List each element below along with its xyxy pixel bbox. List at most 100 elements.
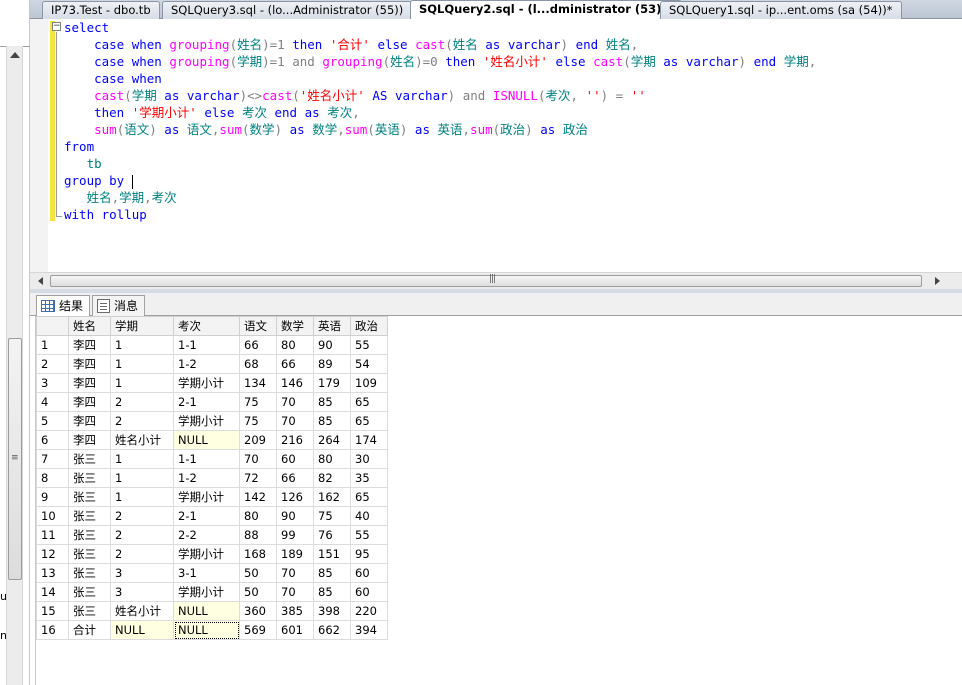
table-cell[interactable]: 1-1: [173, 449, 240, 469]
table-cell[interactable]: 2: [110, 392, 174, 412]
row-number[interactable]: 13: [36, 563, 69, 583]
table-cell[interactable]: 70: [239, 449, 277, 469]
row-number[interactable]: 2: [36, 354, 69, 374]
table-cell[interactable]: 学期小计: [173, 487, 240, 507]
table-cell[interactable]: 65: [350, 411, 388, 431]
row-number[interactable]: 15: [36, 601, 69, 621]
code-line[interactable]: case when: [64, 70, 816, 87]
table-cell[interactable]: 99: [276, 525, 314, 545]
row-number[interactable]: 11: [36, 525, 69, 545]
table-cell[interactable]: 75: [313, 506, 351, 526]
table-cell[interactable]: 95: [350, 544, 388, 564]
row-number[interactable]: 3: [36, 373, 69, 393]
table-cell[interactable]: 70: [276, 563, 314, 583]
scroll-right-arrow-icon[interactable]: [935, 277, 940, 285]
table-cell[interactable]: 张三: [68, 449, 111, 469]
table-row[interactable]: 7 张三 1 1-1 70 60 80 30: [36, 449, 388, 469]
table-cell[interactable]: 85: [313, 392, 351, 412]
table-cell[interactable]: 80: [276, 335, 314, 355]
table-cell[interactable]: NULL: [173, 601, 240, 621]
row-number[interactable]: 7: [36, 449, 69, 469]
tab-sqlquery1[interactable]: SQLQuery1.sql - ip...ent.oms (sa (54))*: [660, 1, 902, 19]
table-cell[interactable]: 398: [313, 601, 351, 621]
table-cell[interactable]: 90: [313, 335, 351, 355]
row-number[interactable]: 8: [36, 468, 69, 488]
table-cell[interactable]: 2-2: [173, 525, 240, 545]
table-cell[interactable]: 151: [313, 544, 351, 564]
table-cell[interactable]: 1: [110, 335, 174, 355]
table-cell[interactable]: 66: [276, 468, 314, 488]
tab-sqlquery3[interactable]: SQLQuery3.sql - (lo...Administrator (55)…: [162, 1, 413, 19]
code-line[interactable]: from: [64, 138, 816, 155]
table-cell[interactable]: 394: [350, 620, 388, 640]
row-number[interactable]: 9: [36, 487, 69, 507]
table-cell[interactable]: 142: [239, 487, 277, 507]
column-header[interactable]: 英语: [313, 316, 351, 336]
column-header[interactable]: 数学: [276, 316, 314, 336]
table-cell[interactable]: 85: [313, 563, 351, 583]
table-cell[interactable]: 50: [239, 582, 277, 602]
table-cell[interactable]: 146: [276, 373, 314, 393]
table-cell[interactable]: 85: [313, 411, 351, 431]
table-cell[interactable]: 134: [239, 373, 277, 393]
table-cell[interactable]: 李四: [68, 335, 111, 355]
table-cell[interactable]: 90: [276, 506, 314, 526]
table-cell[interactable]: 40: [350, 506, 388, 526]
table-cell[interactable]: 张三: [68, 563, 111, 583]
table-cell[interactable]: 学期小计: [173, 544, 240, 564]
results-grid[interactable]: 姓名 学期 考次 语文 数学 英语 政治 1 李四 1 1-1 66 80 90 55 2 李四 1 1-2 68 6…: [30, 316, 962, 685]
table-cell[interactable]: 张三: [68, 468, 111, 488]
table-cell[interactable]: 264: [313, 430, 351, 450]
table-row[interactable]: 2 李四 1 1-2 68 66 89 54: [36, 354, 388, 374]
table-cell[interactable]: 189: [276, 544, 314, 564]
table-cell[interactable]: 65: [350, 487, 388, 507]
table-cell[interactable]: 35: [350, 468, 388, 488]
table-cell[interactable]: 75: [239, 392, 277, 412]
table-cell[interactable]: 54: [350, 354, 388, 374]
table-cell[interactable]: 1: [110, 354, 174, 374]
table-cell[interactable]: 385: [276, 601, 314, 621]
table-row[interactable]: 4 李四 2 2-1 75 70 85 65: [36, 392, 388, 412]
row-number[interactable]: 5: [36, 411, 69, 431]
table-cell[interactable]: 张三: [68, 601, 111, 621]
table-cell[interactable]: NULL: [110, 620, 174, 640]
table-cell[interactable]: 209: [239, 430, 277, 450]
table-cell[interactable]: 60: [350, 582, 388, 602]
table-cell[interactable]: 李四: [68, 430, 111, 450]
results-table[interactable]: 姓名 学期 考次 语文 数学 英语 政治 1 李四 1 1-1 66 80 90 55 2 李四 1 1-2 68 6…: [36, 316, 388, 640]
scrollbar-thumb[interactable]: ≡: [8, 338, 22, 580]
table-cell[interactable]: 60: [350, 563, 388, 583]
table-cell[interactable]: 1-1: [173, 335, 240, 355]
table-cell[interactable]: 70: [276, 582, 314, 602]
code-line[interactable]: case when grouping(学期)=1 and grouping(姓名…: [64, 53, 816, 70]
table-cell[interactable]: 张三: [68, 582, 111, 602]
row-number[interactable]: 6: [36, 430, 69, 450]
code-line[interactable]: tb: [64, 155, 816, 172]
code-line[interactable]: case when grouping(姓名)=1 then '合计' else …: [64, 36, 816, 53]
table-cell[interactable]: 66: [276, 354, 314, 374]
left-vertical-scrollbar[interactable]: ≡: [6, 46, 23, 685]
table-cell[interactable]: 68: [239, 354, 277, 374]
table-cell[interactable]: 学期小计: [173, 373, 240, 393]
row-number-header[interactable]: [36, 316, 69, 336]
table-cell[interactable]: 姓名小计: [110, 430, 174, 450]
table-cell[interactable]: 216: [276, 430, 314, 450]
table-row[interactable]: 11 张三 2 2-2 88 99 76 55: [36, 525, 388, 545]
table-cell[interactable]: 1-2: [173, 354, 240, 374]
table-cell[interactable]: 1: [110, 468, 174, 488]
table-cell[interactable]: 2: [110, 506, 174, 526]
table-row[interactable]: 14 张三 3 学期小计 50 70 85 60: [36, 582, 388, 602]
table-cell[interactable]: 2: [110, 411, 174, 431]
table-cell[interactable]: 张三: [68, 487, 111, 507]
table-row[interactable]: 10 张三 2 2-1 80 90 75 40: [36, 506, 388, 526]
table-cell[interactable]: NULL: [173, 620, 240, 640]
table-cell[interactable]: 85: [313, 582, 351, 602]
table-cell[interactable]: 合计: [68, 620, 111, 640]
tab-ip73-test-dbo-tb[interactable]: IP73.Test - dbo.tb: [42, 1, 160, 19]
column-header[interactable]: 学期: [110, 316, 174, 336]
column-header[interactable]: 姓名: [68, 316, 111, 336]
table-row[interactable]: 5 李四 2 学期小计 75 70 85 65: [36, 411, 388, 431]
table-cell[interactable]: 601: [276, 620, 314, 640]
table-cell[interactable]: 220: [350, 601, 388, 621]
table-cell[interactable]: 李四: [68, 354, 111, 374]
